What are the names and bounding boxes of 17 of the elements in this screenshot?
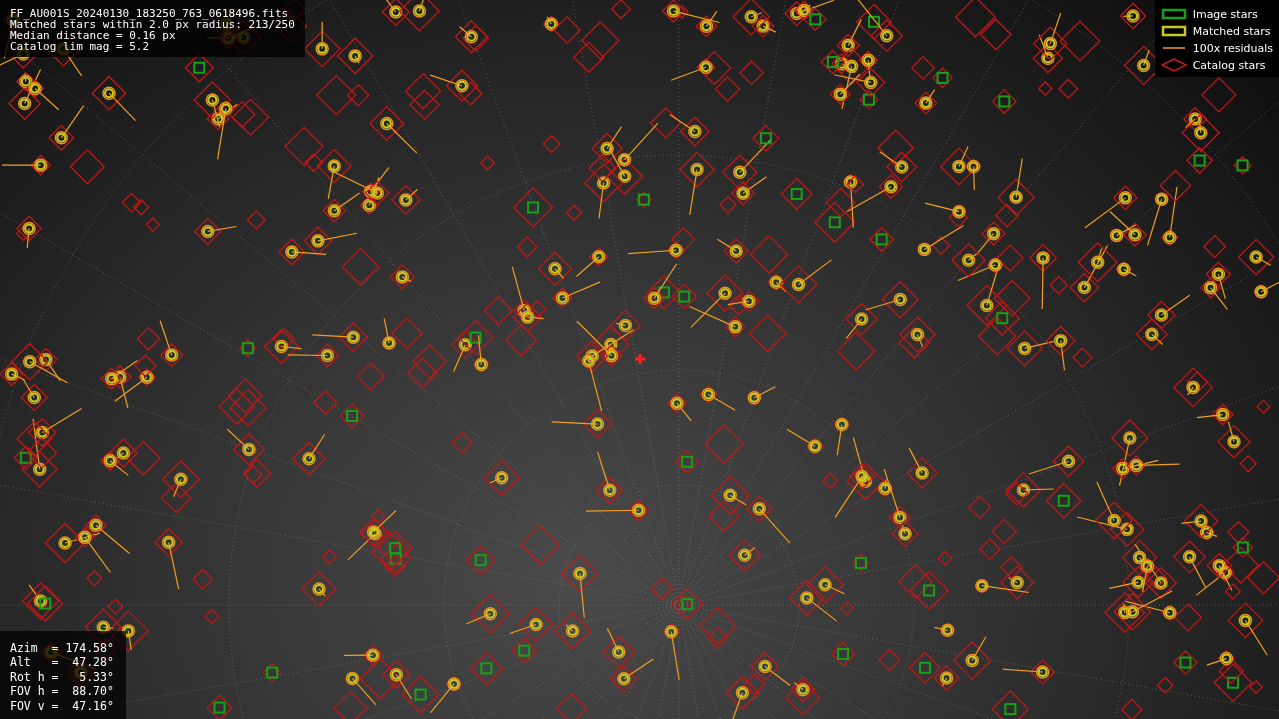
rectangle-icon (1160, 8, 1187, 20)
info-text: Catalog lim mag = 5.2 (10, 41, 151, 52)
pointing-text: Rot h = 5.33° (10, 670, 114, 684)
legend-label: Image stars (1192, 7, 1258, 21)
plus-icon (633, 352, 647, 366)
legend-label: Matched stars (1192, 24, 1271, 38)
info-text: Matched stars within 2.0 px radius: 213/250 (10, 19, 295, 30)
diamond-icon (1160, 58, 1187, 72)
legend-label: Catalog stars (1192, 58, 1266, 72)
info-text: Median distance = 0.16 px (10, 30, 176, 41)
legend-label: 100x residuals (1192, 41, 1273, 55)
rectangle-icon (1160, 25, 1187, 37)
pointing-text: FOV v = 47.16° (10, 699, 114, 713)
pointing-text: FOV h = 88.70° (10, 685, 114, 699)
pointing-text: Azim = 174.58° (10, 641, 114, 655)
info-text: FF_AU001S_20240130_183250_763_0618496.fits (10, 8, 290, 19)
pointing-text: Alt = 47.28° (10, 656, 114, 670)
